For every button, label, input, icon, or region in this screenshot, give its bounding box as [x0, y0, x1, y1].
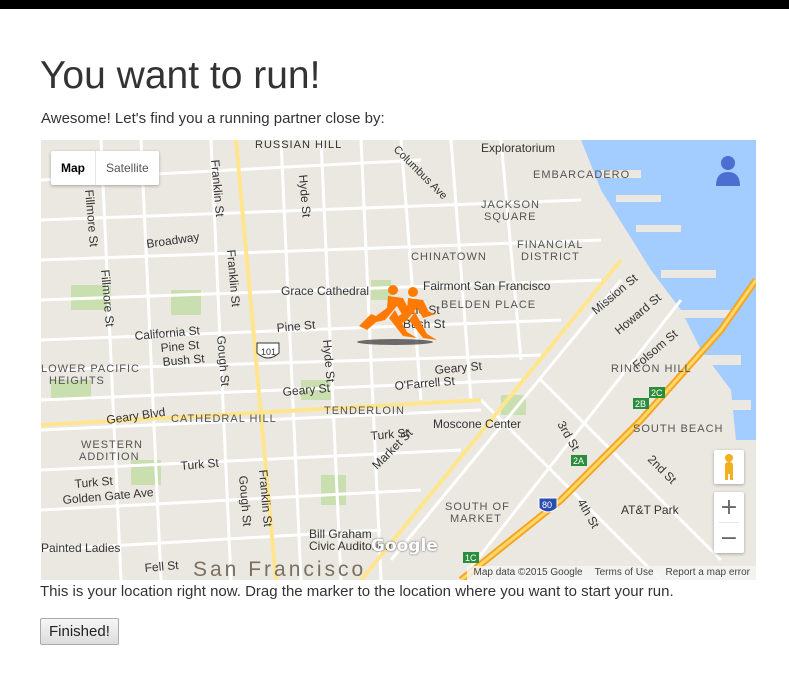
svg-text:101: 101	[261, 347, 276, 357]
zoom-out-button[interactable]: −	[714, 523, 744, 553]
svg-text:2A: 2A	[573, 456, 584, 466]
label-jackson: JACKSON	[481, 199, 540, 211]
label-district: DISTRICT	[521, 251, 580, 263]
map-type-satellite-button[interactable]: Satellite	[96, 151, 159, 185]
user-location-icon[interactable]	[710, 152, 746, 188]
label-south-of: SOUTH OF	[445, 501, 510, 513]
label-heights: HEIGHTS	[49, 375, 105, 387]
page-title: You want to run!	[40, 54, 321, 97]
label-grace: Grace Cathedral	[281, 284, 369, 298]
top-bar	[0, 0, 789, 9]
label-western: WESTERN	[81, 439, 143, 451]
label-financial: FINANCIAL	[517, 239, 583, 251]
map-canvas[interactable]: RUSSIAN HILL Columbus Ave Exploratorium …	[41, 140, 756, 580]
label-embarcadero: EMBARCADERO	[533, 169, 630, 181]
zoom-control: + −	[714, 492, 744, 553]
label-painted-ladies: Painted Ladies	[41, 541, 120, 555]
label-addition: ADDITION	[79, 451, 140, 463]
location-hint: This is your location right now. Drag th…	[40, 583, 674, 600]
label-att-park: AT&T Park	[621, 503, 680, 517]
label-market-district: MARKET	[450, 513, 502, 525]
label-exploratorium: Exploratorium	[481, 141, 555, 155]
map-attribution: Map data ©2015 Google Terms of Use Repor…	[467, 566, 756, 580]
label-rincon: RINCON HILL	[611, 363, 692, 375]
svg-text:2B: 2B	[635, 399, 646, 409]
label-tenderloin: TENDERLOIN	[324, 405, 405, 417]
label-belden: BELDEN PLACE	[441, 299, 536, 311]
label-lower-pacific: LOWER PACIFIC	[41, 363, 140, 375]
svg-text:1C: 1C	[465, 553, 477, 563]
map-data-text: Map data ©2015 Google	[473, 567, 583, 578]
label-cathedral-hill: CATHEDRAL HILL	[171, 413, 277, 425]
street-view-pegman-button[interactable]	[714, 450, 744, 484]
label-chinatown: CHINATOWN	[411, 251, 487, 263]
label-russian-hill: RUSSIAN HILL	[255, 140, 342, 151]
label-bush2: Bush St	[403, 317, 446, 331]
report-map-error-link[interactable]: Report a map error	[660, 566, 756, 580]
label-san-francisco: San Francisco	[193, 558, 366, 580]
label-square: SQUARE	[484, 211, 536, 223]
map-type-control: Map Satellite	[51, 151, 159, 185]
google-logo[interactable]: Google	[371, 536, 438, 556]
i80-shield: 80	[538, 497, 558, 513]
zoom-in-button[interactable]: +	[714, 492, 744, 522]
svg-text:2C: 2C	[651, 388, 663, 398]
intro-text: Awesome! Let's find you a running partne…	[41, 110, 385, 127]
label-fairmont: Fairmont San Francisco	[423, 279, 551, 293]
map[interactable]: RUSSIAN HILL Columbus Ave Exploratorium …	[41, 140, 756, 580]
label-moscone: Moscone Center	[433, 417, 521, 431]
svg-text:80: 80	[542, 500, 552, 510]
pegman-icon	[725, 454, 733, 480]
terms-of-use-link[interactable]: Terms of Use	[589, 566, 660, 580]
label-south-beach: SOUTH BEACH	[633, 423, 723, 435]
hwy101-shield: 101	[256, 342, 280, 359]
finished-button[interactable]: Finished!	[40, 618, 119, 645]
map-type-map-button[interactable]: Map	[51, 151, 95, 185]
